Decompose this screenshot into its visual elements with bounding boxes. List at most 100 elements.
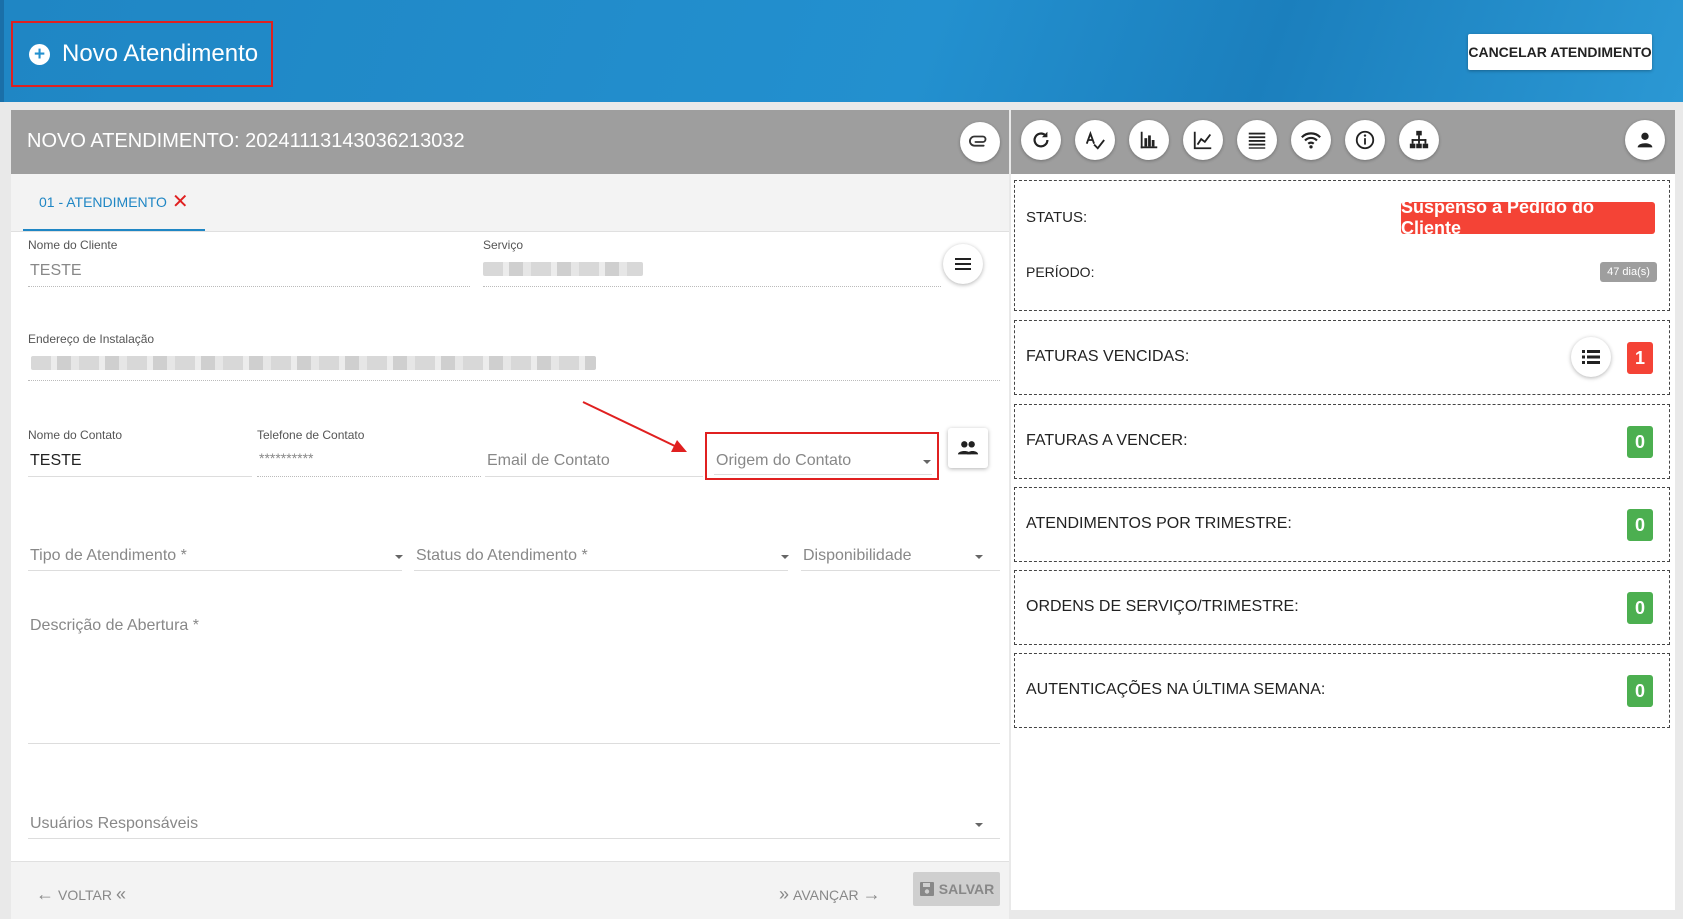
atendimentos-trimestre-card: ATENDIMENTOS POR TRIMESTRE: 0 [1014,487,1670,562]
nome-contato-underline [28,476,252,477]
telefone-underline [257,476,481,477]
status-card: STATUS: Suspenso a Pedido do Cliente PER… [1014,180,1670,311]
faturas-vencidas-count: 1 [1627,342,1653,374]
spellcheck-icon [1085,130,1105,150]
annotation-arrow-icon [582,401,687,452]
servico-label: Serviço [483,238,524,252]
servicos-menu-button[interactable] [943,244,983,284]
page-title-box: + Novo Atendimento [11,21,273,87]
faturas-a-vencer-count: 0 [1627,426,1653,458]
nome-contato-label: Nome do Contato [28,428,123,442]
form-title: NOVO ATENDIMENTO: 20241113143036213032 [27,130,465,152]
list-icon [1248,132,1266,149]
refresh-icon [1033,131,1049,148]
info-button[interactable] [1345,120,1385,160]
status-chevron-down-icon [781,555,789,559]
nome-contato-input[interactable]: TESTE [30,452,82,470]
tipo-underline [28,570,402,571]
cancel-atendimento-button[interactable]: CANCELAR ATENDIMENTO [1468,34,1652,70]
ordens-servico-count: 0 [1627,592,1653,624]
wifi-button[interactable] [1291,120,1331,160]
plus-circle-icon: + [29,43,50,65]
servico-value-redacted [483,262,643,276]
avancar-label: AVANÇAR [793,886,859,903]
telefone-input[interactable]: ********** [259,450,313,466]
salvar-label: SALVAR [938,881,995,897]
line-chart-icon [1193,131,1212,150]
servico-field[interactable] [483,286,941,287]
bar-chart-icon [1140,131,1158,149]
double-chevron-right-icon: » [779,884,790,904]
status-badge: Suspenso a Pedido do Cliente [1401,197,1655,238]
disponibilidade-select[interactable]: Disponibilidade [803,547,912,565]
salvar-button[interactable]: SALVAR [913,872,1000,906]
line-chart-button[interactable] [1183,120,1223,160]
client-summary-panel: STATUS: Suspenso a Pedido do Cliente PER… [1011,110,1675,910]
tab-atendimento[interactable]: 01 - ATENDIMENTO ✕ [23,174,205,231]
endereco-field[interactable] [28,380,1000,381]
sitemap-button[interactable] [1399,120,1439,160]
voltar-label: VOLTAR [58,886,112,903]
voltar-button[interactable]: ← VOLTAR « [36,884,126,905]
endereco-label: Endereço de Instalação [28,332,155,346]
menu-icon [955,258,971,270]
faturas-vencidas-card: FATURAS VENCIDAS: 1 [1014,320,1670,395]
arrow-left-icon: ← [36,884,54,904]
status-label: STATUS: [1026,209,1088,226]
nome-cliente-value: TESTE [30,262,82,279]
faturas-vencidas-list-button[interactable] [1571,337,1611,377]
arrow-right-icon: → [862,884,881,904]
faturas-vencidas-label: FATURAS VENCIDAS: [1026,348,1190,365]
disponibilidade-underline [801,570,1000,571]
form-footer: ← VOLTAR « » AVANÇAR → SALVAR [11,861,1009,919]
usuarios-responsaveis-select[interactable]: Usuários Responsáveis [30,815,198,833]
avancar-button[interactable]: » AVANÇAR → [779,884,881,905]
wifi-icon [1301,132,1321,149]
bar-chart-button[interactable] [1129,120,1169,160]
attach-button[interactable] [960,122,1000,162]
ordens-servico-label: ORDENS DE SERVIÇO/TRIMESTRE: [1026,598,1299,615]
summary-toolbar [1011,110,1675,174]
info-icon [1355,130,1375,150]
paperclip-icon [969,135,987,147]
email-underline [485,476,703,477]
descricao-underline [28,743,1000,744]
status-underline [414,570,788,571]
origem-chevron-down-icon [923,460,931,464]
contatos-button[interactable] [948,428,988,468]
user-icon [1637,132,1653,148]
form-header: NOVO ATENDIMENTO: 20241113143036213032 [11,110,1009,174]
disponibilidade-chevron-down-icon [975,555,983,559]
periodo-badge: 47 dia(s) [1600,262,1657,282]
ordens-servico-card: ORDENS DE SERVIÇO/TRIMESTRE: 0 [1014,570,1670,645]
save-icon [919,882,934,896]
faturas-a-vencer-card: FATURAS A VENCER: 0 [1014,404,1670,479]
nome-cliente-label: Nome do Cliente [28,238,118,252]
tabs-bar: 01 - ATENDIMENTO ✕ [11,174,1009,232]
close-icon[interactable]: ✕ [172,192,189,212]
telefone-label: Telefone de Contato [257,428,365,442]
tipo-chevron-down-icon [395,555,403,559]
atendimentos-trimestre-count: 0 [1627,509,1653,541]
autenticacoes-label: AUTENTICAÇÕES NA ÚLTIMA SEMANA: [1026,681,1326,698]
header-left-strip [0,0,4,102]
status-atendimento-select[interactable]: Status do Atendimento * [416,547,588,565]
list-icon [1582,350,1600,364]
double-chevron-left-icon: « [115,884,126,904]
origem-contato-select[interactable]: Origem do Contato [716,452,851,470]
usuarios-chevron-down-icon [975,823,983,827]
periodo-label: PERÍODO: [1026,264,1095,280]
top-header: + Novo Atendimento CANCELAR ATENDIMENTO [0,0,1683,102]
list-button[interactable] [1237,120,1277,160]
usuarios-underline [28,838,1000,839]
spellcheck-button[interactable] [1075,120,1115,160]
atendimento-form-panel: NOVO ATENDIMENTO: 20241113143036213032 0… [11,110,1009,919]
user-button[interactable] [1625,120,1665,160]
page-title: Novo Atendimento [62,40,259,67]
endereco-value-redacted [31,356,596,370]
nome-cliente-underline [28,286,470,287]
descricao-textarea[interactable]: Descrição de Abertura * [30,617,199,635]
people-icon [957,441,979,455]
tipo-atendimento-select[interactable]: Tipo de Atendimento * [30,547,187,565]
refresh-button[interactable] [1021,120,1061,160]
